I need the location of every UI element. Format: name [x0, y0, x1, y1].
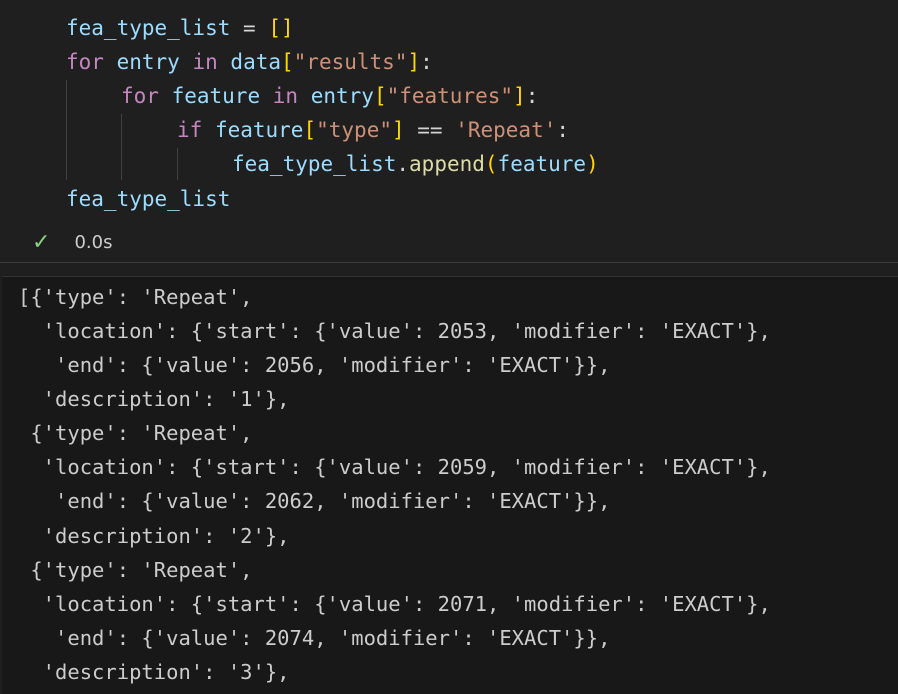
- token-bracket: [: [303, 118, 317, 142]
- token-keyword: for: [121, 84, 159, 108]
- token-bracket: []: [268, 16, 294, 40]
- token-variable: feature: [497, 152, 587, 176]
- token-string: "features": [386, 84, 514, 108]
- cell-divider: [0, 262, 898, 276]
- indent-guide-3: [177, 148, 178, 180]
- token-variable: feature: [171, 84, 261, 108]
- token-function: append: [409, 152, 485, 176]
- token-bracket: [: [373, 84, 387, 108]
- output-line: 'location': {'start': {'value': 2071, 'm…: [18, 592, 771, 616]
- output-line: 'location': {'start': {'value': 2059, 'm…: [18, 455, 771, 479]
- token-variable: entry: [116, 50, 180, 74]
- token-bracket: ]: [407, 50, 421, 74]
- output-line: 'description': '3'},: [18, 660, 290, 684]
- output-line: [{'type': 'Repeat',: [18, 285, 253, 309]
- token-colon: :: [420, 50, 433, 74]
- token-bracket: ]: [391, 118, 405, 142]
- token-bracket: ]: [513, 84, 526, 108]
- indent-guide-1: [66, 80, 67, 180]
- code-line-5[interactable]: fea_type_list.append(feature): [232, 147, 599, 181]
- output-line: 'description': '1'},: [18, 387, 290, 411]
- code-line-4[interactable]: if feature["type"] == 'Repeat':: [177, 113, 569, 147]
- token-operator: ==: [404, 118, 456, 142]
- output-line: 'end': {'value': 2062, 'modifier': 'EXAC…: [18, 489, 611, 513]
- token-variable: data: [230, 50, 281, 74]
- output-line: {'type': 'Repeat',: [18, 558, 253, 582]
- token-keyword: for: [66, 50, 104, 74]
- output-line: {'type': 'Repeat',: [18, 421, 253, 445]
- output-line: 'description': '2'},: [18, 524, 290, 548]
- token-operator: =: [230, 16, 269, 40]
- token-variable: fea_type_list: [66, 16, 231, 40]
- token-dot: .: [396, 152, 410, 176]
- token-keyword: if: [177, 118, 203, 142]
- token-variable: entry: [310, 84, 374, 108]
- check-icon: ✓: [32, 230, 51, 255]
- code-line-1[interactable]: fea_type_list = []: [66, 11, 294, 45]
- code-line-3[interactable]: for feature in entry["features"]:: [121, 79, 538, 113]
- code-line-2[interactable]: for entry in data["results"]:: [66, 45, 433, 79]
- code-cell-output[interactable]: [{'type': 'Repeat', 'location': {'start'…: [2, 276, 898, 694]
- output-line: 'location': {'start': {'value': 2053, 'm…: [18, 319, 771, 343]
- execution-duration: 0.0s: [74, 232, 113, 253]
- token-variable: fea_type_list: [66, 187, 231, 211]
- code-cell-input[interactable]: fea_type_list = [] for entry in data["re…: [0, 0, 898, 262]
- token-keyword: in: [272, 84, 299, 108]
- output-line: 'end': {'value': 2056, 'modifier': 'EXAC…: [18, 353, 611, 377]
- token-keyword: in: [192, 50, 218, 74]
- code-line-6[interactable]: fea_type_list: [66, 182, 230, 216]
- token-string: "results": [293, 50, 408, 74]
- execution-status: ✓ 0.0s: [32, 229, 112, 257]
- token-variable: feature: [214, 118, 304, 142]
- token-bracket: (: [484, 152, 498, 176]
- output-line: 'end': {'value': 2074, 'modifier': 'EXAC…: [18, 626, 611, 650]
- indent-guide-2: [121, 114, 122, 180]
- token-string: 'Repeat': [455, 118, 557, 142]
- token-bracket: [: [281, 50, 294, 74]
- token-variable: fea_type_list: [232, 152, 397, 176]
- token-colon: :: [525, 84, 539, 108]
- token-colon: :: [556, 118, 570, 142]
- token-bracket: ): [586, 152, 599, 176]
- token-string: "type": [316, 118, 392, 142]
